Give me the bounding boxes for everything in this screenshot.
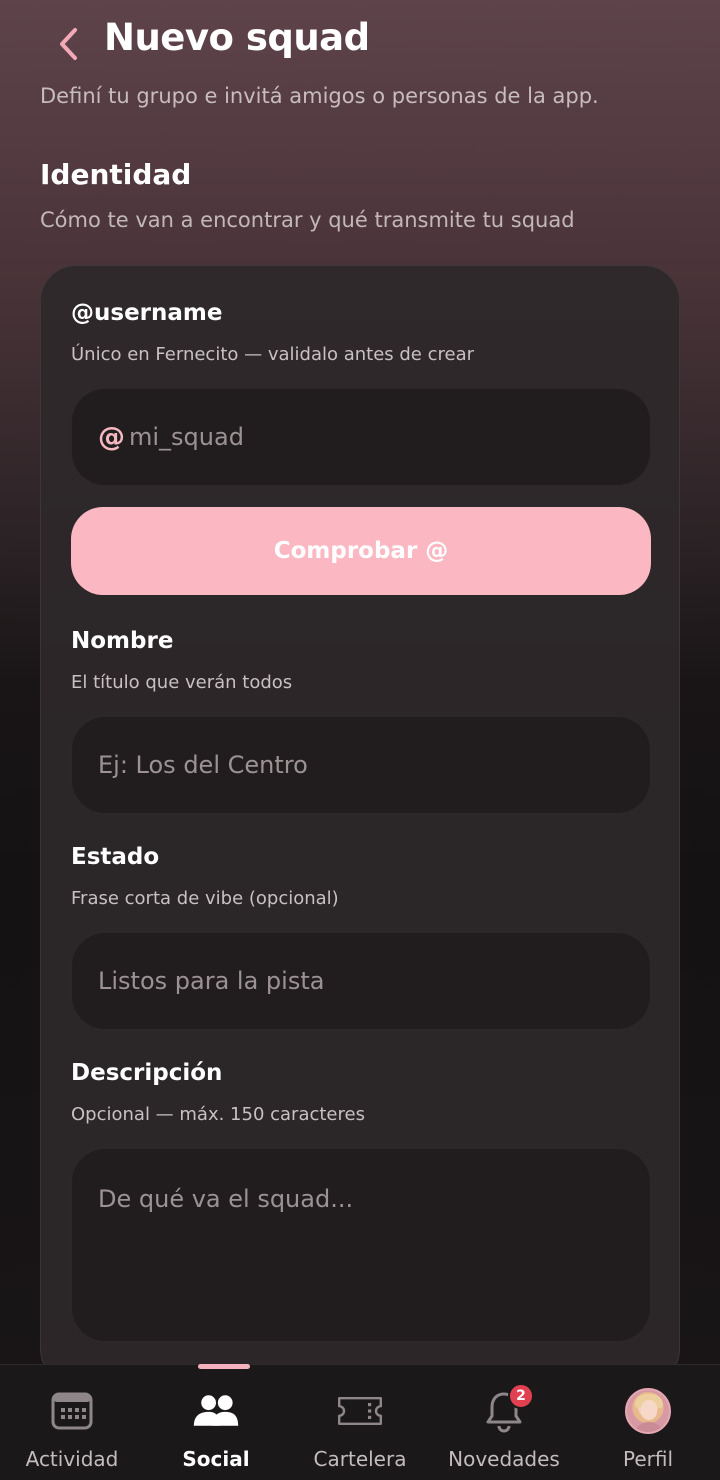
nav-label-perfil: Perfil — [622, 1447, 674, 1471]
nav-label-novedades: Novedades — [448, 1447, 560, 1471]
nav-item-novedades[interactable]: 2 Novedades — [432, 1365, 576, 1480]
description-hint: Opcional — máx. 150 caracteres — [71, 1104, 365, 1125]
status-input[interactable]: Listos para la pista — [71, 932, 651, 1030]
page-title: Nuevo squad — [104, 16, 370, 59]
name-input[interactable]: Ej: Los del Centro — [71, 716, 651, 814]
description-textarea[interactable]: De qué va el squad... — [71, 1148, 651, 1342]
status-hint: Frase corta de vibe (opcional) — [71, 888, 339, 909]
nav-item-cartelera[interactable]: Cartelera — [288, 1365, 432, 1480]
description-placeholder: De qué va el squad... — [98, 1185, 354, 1213]
check-username-button[interactable]: Comprobar @ — [71, 507, 651, 595]
nav-item-actividad[interactable]: Actividad — [0, 1365, 144, 1480]
chevron-left-icon — [60, 28, 77, 60]
section-title: Identidad — [40, 158, 192, 191]
description-label: Descripción — [71, 1060, 223, 1086]
nav-label-social: Social — [182, 1447, 250, 1471]
username-input[interactable]: @ mi_squad — [71, 388, 651, 486]
identity-form-card: @username Único en Fernecito — validalo … — [40, 265, 680, 1385]
username-label: @username — [71, 300, 223, 326]
nav-item-perfil[interactable]: Perfil — [576, 1365, 720, 1480]
name-label: Nombre — [71, 628, 174, 654]
header: Nuevo squad Definí tu grupo e invitá ami… — [0, 0, 720, 140]
back-button[interactable] — [48, 22, 88, 66]
nav-label-actividad: Actividad — [25, 1447, 119, 1471]
ticket-icon — [336, 1387, 384, 1435]
status-label: Estado — [71, 844, 160, 870]
section-subtitle: Cómo te van a encontrar y qué transmite … — [40, 208, 575, 232]
page-subtitle: Definí tu grupo e invitá amigos o person… — [40, 84, 599, 108]
nav-item-social[interactable]: Social — [144, 1365, 288, 1480]
status-placeholder: Listos para la pista — [98, 967, 325, 995]
username-hint: Único en Fernecito — validalo antes de c… — [71, 344, 475, 365]
people-icon — [192, 1387, 240, 1435]
bottom-nav: Actividad Social Cartelera 2 Novedades P… — [0, 1364, 720, 1480]
notification-badge: 2 — [508, 1383, 534, 1409]
nav-label-cartelera: Cartelera — [313, 1447, 407, 1471]
username-placeholder: mi_squad — [129, 423, 244, 451]
avatar — [624, 1387, 672, 1435]
bell-icon: 2 — [480, 1383, 534, 1435]
name-placeholder: Ej: Los del Centro — [98, 751, 308, 779]
at-prefix: @ — [98, 421, 125, 453]
calendar-icon — [48, 1387, 96, 1435]
name-hint: El título que verán todos — [71, 672, 293, 693]
